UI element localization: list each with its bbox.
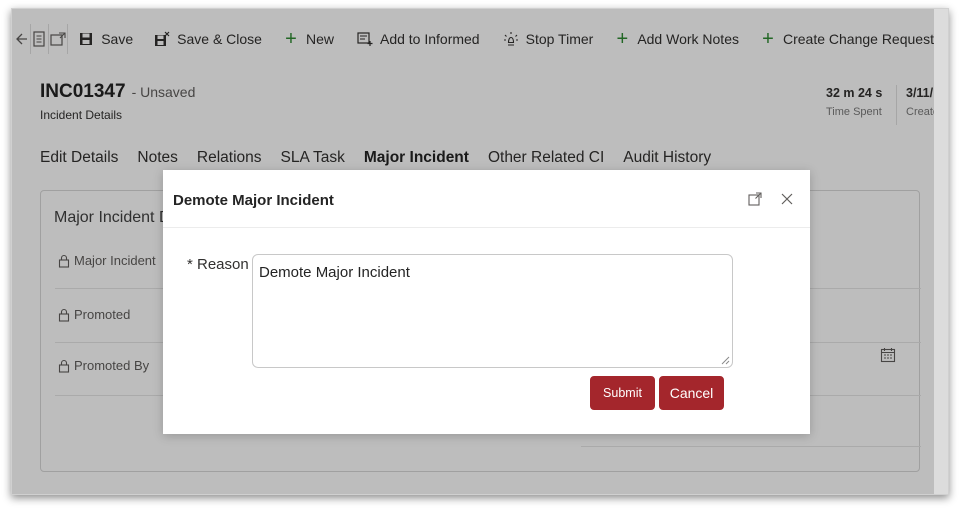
submit-button[interactable]: Submit (590, 376, 655, 410)
reason-textarea[interactable]: Demote Major Incident (252, 254, 733, 368)
dialog-title: Demote Major Incident (173, 192, 334, 209)
cancel-button[interactable]: Cancel (659, 376, 724, 410)
resize-grip-icon[interactable] (720, 355, 730, 365)
app-window: Save Save & Close + New Add to Informed (11, 8, 949, 495)
dialog-divider (163, 227, 810, 228)
dialog-actions (732, 190, 796, 208)
expand-icon[interactable] (746, 190, 764, 208)
side-scroll-region (934, 9, 948, 494)
close-icon[interactable] (778, 190, 796, 208)
reason-label: * Reason (187, 256, 249, 273)
incident-form: Save Save & Close + New Add to Informed (12, 9, 934, 494)
demote-major-incident-dialog: Demote Major Incident * Reason Demote Ma… (163, 170, 810, 434)
